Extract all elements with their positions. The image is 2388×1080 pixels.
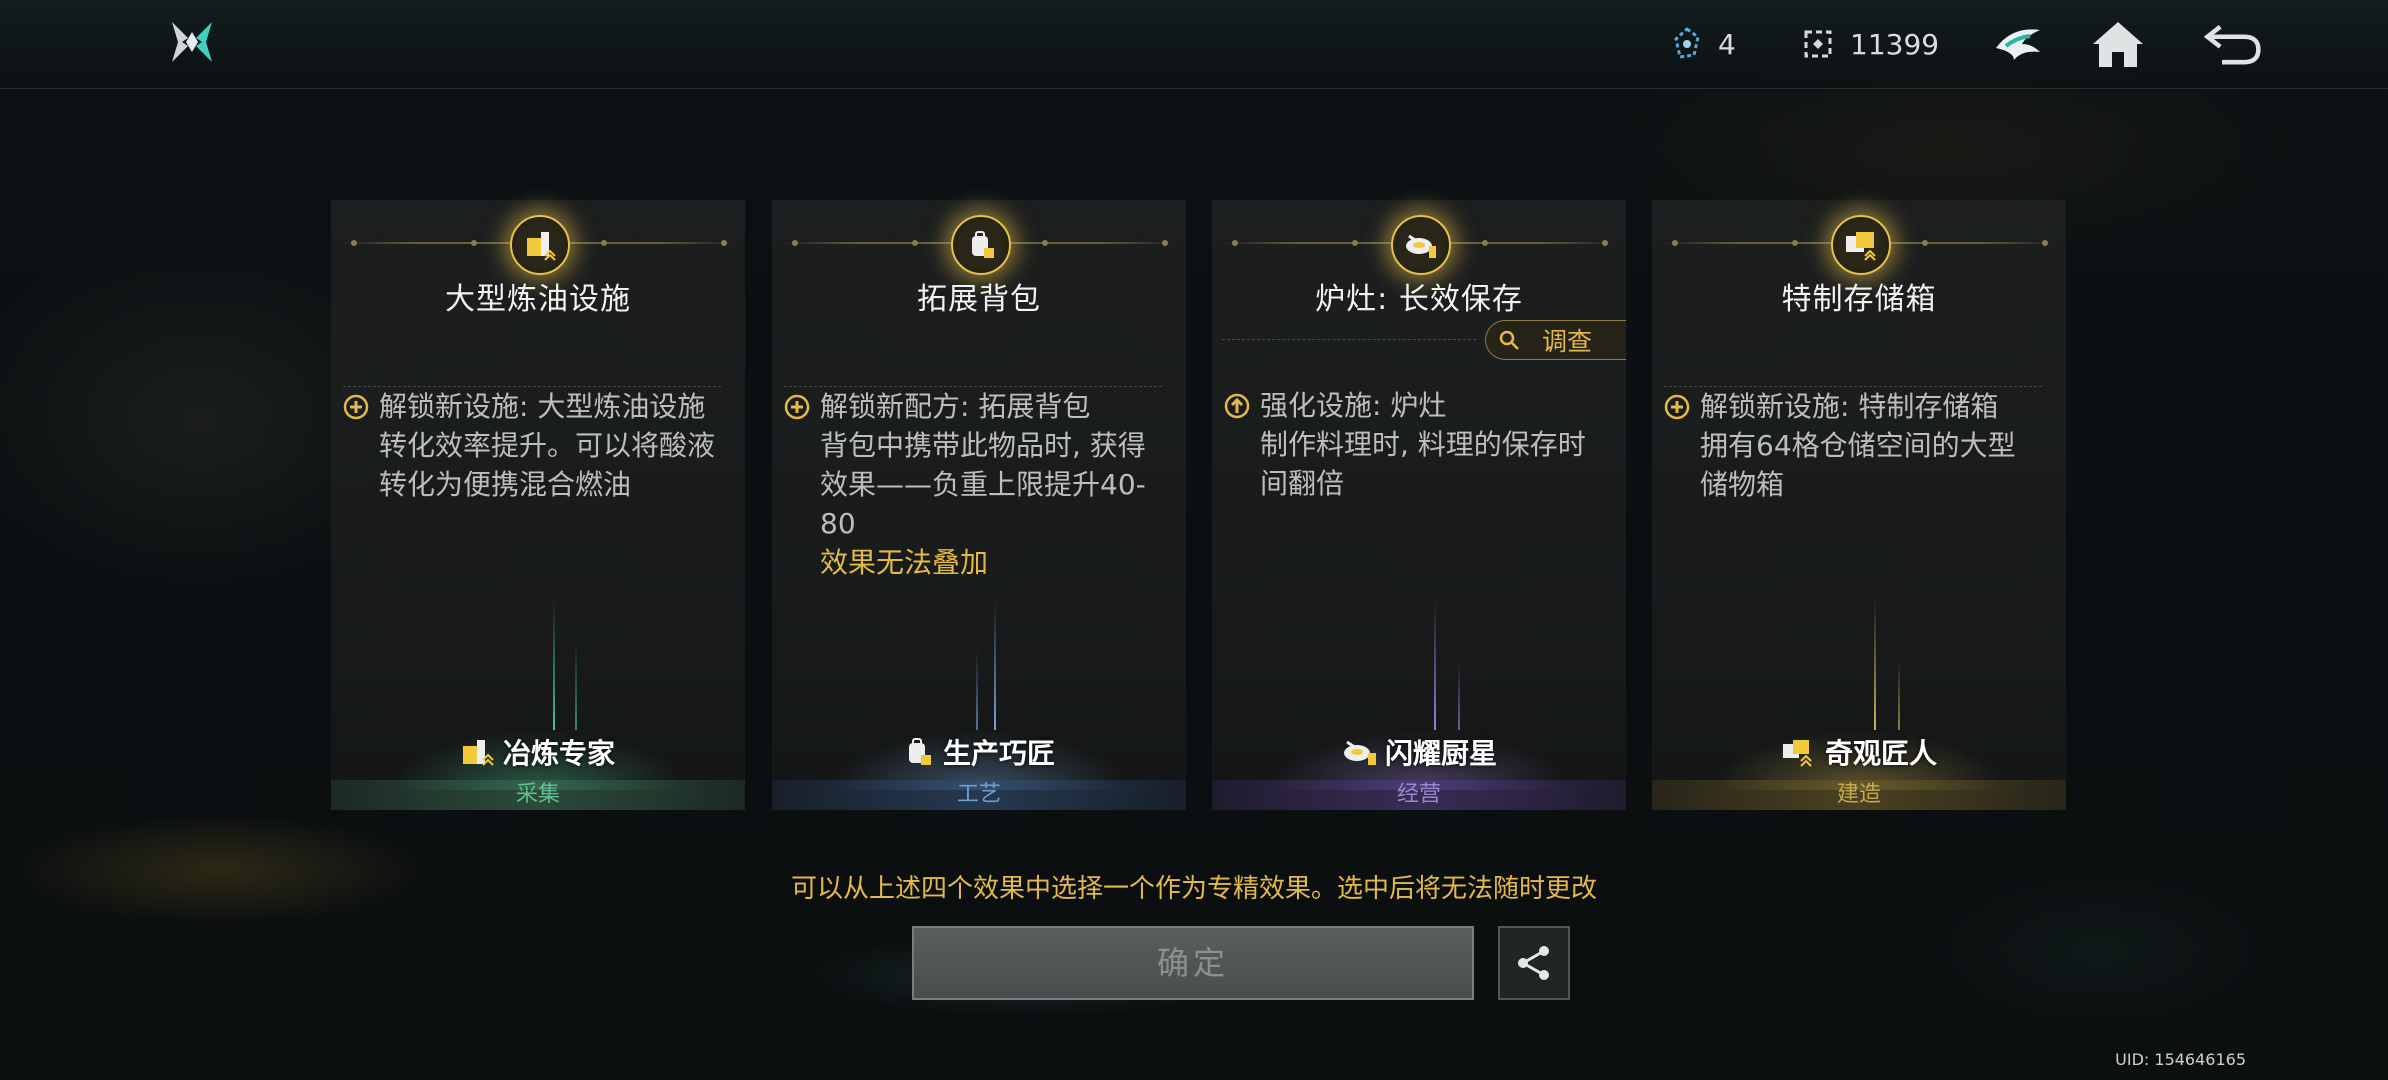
share-button[interactable] — [1498, 926, 1570, 1000]
role-tag: 奇观匠人 — [1652, 732, 2066, 772]
stove-icon — [1391, 215, 1451, 275]
role-name: 奇观匠人 — [1824, 737, 1937, 770]
investigate-button[interactable]: 调查 — [1485, 320, 1626, 360]
storage-box-icon — [1831, 215, 1891, 275]
category-label: 采集 — [331, 780, 745, 810]
divider-dot — [1792, 240, 1798, 246]
upgrade-arrow-icon — [1224, 393, 1250, 419]
effect-line: 间翻倍 — [1260, 467, 1345, 500]
effect-line: 制作料理时, 料理的保存时 — [1260, 428, 1586, 461]
divider-dot — [1162, 240, 1168, 246]
role-tag: 生产巧匠 — [772, 732, 1186, 772]
top-bar: 4 11399 — [0, 0, 2388, 89]
user-id: UID: 154646165 — [2115, 1050, 2246, 1069]
effect-card-2[interactable]: 拓展背包 解锁新配方: 拓展背包 背包中携带此物品时, 获得 效果——负重上限提… — [772, 200, 1186, 810]
divider-dot — [792, 240, 798, 246]
category-label: 经营 — [1212, 780, 1626, 810]
production-craftsman-icon — [908, 738, 931, 765]
divider-dot — [2042, 240, 2048, 246]
share-icon — [1518, 946, 1549, 980]
guild-emblem-icon[interactable] — [1988, 14, 2048, 74]
title-divider — [1222, 339, 1476, 340]
divider-dot — [721, 240, 727, 246]
divider-dot — [1602, 240, 1608, 246]
card-title: 炉灶: 长效保存 — [1315, 282, 1523, 317]
token-icon — [1802, 28, 1834, 60]
divider-dot — [1232, 240, 1238, 246]
effect-line: 转化为便携混合燃油 — [379, 468, 632, 501]
resource-2-value: 11399 — [1850, 27, 1940, 61]
light-beam — [1898, 660, 1900, 730]
backpack-icon — [951, 215, 1011, 275]
effect-card-4[interactable]: 特制存储箱 解锁新设施: 特制存储箱 拥有64格仓储空间的大型 储物箱 奇观匠人… — [1652, 200, 2066, 810]
category-label: 工艺 — [772, 780, 1186, 810]
crystal-icon — [1672, 27, 1702, 61]
resource-counter-2: 11399 — [1802, 20, 1939, 68]
light-beam — [1874, 600, 1876, 730]
effect-line: 储物箱 — [1700, 468, 1785, 501]
light-beam — [553, 600, 555, 730]
unlock-plus-icon — [1664, 394, 1690, 420]
unlock-plus-icon — [343, 394, 369, 420]
effect-line: 拥有64格仓储空间的大型 — [1700, 429, 2016, 462]
light-beam — [1434, 600, 1436, 730]
divider-dot — [601, 240, 607, 246]
effect-line: 转化效率提升。可以将酸液 — [379, 429, 716, 462]
effect-description: 解锁新设施: 大型炼油设施 转化效率提升。可以将酸液 转化为便携混合燃油 — [343, 386, 721, 504]
effect-card-1[interactable]: 大型炼油设施 解锁新设施: 大型炼油设施 转化效率提升。可以将酸液 转化为便携混… — [331, 200, 745, 810]
divider-dot — [912, 240, 918, 246]
smelting-expert-icon — [462, 740, 494, 766]
effect-line: 解锁新设施: 特制存储箱 — [1700, 390, 1999, 423]
resource-1-value: 4 — [1718, 27, 1736, 61]
selection-hint: 可以从上述四个效果中选择一个作为专精效果。选中后将无法随时更改 — [790, 874, 1597, 904]
back-arrow-icon — [2203, 24, 2261, 65]
role-name: 闪耀厨星 — [1384, 737, 1497, 770]
investigate-label: 调查 — [1542, 327, 1593, 356]
divider-dot — [1672, 240, 1678, 246]
resource-counter-1: 4 — [1672, 20, 1736, 68]
effect-line: 解锁新配方: 拓展背包 — [820, 390, 1091, 423]
effect-line: 背包中携带此物品时, 获得 — [820, 429, 1146, 462]
divider-dot — [1922, 240, 1928, 246]
role-tag: 闪耀厨星 — [1212, 732, 1626, 772]
divider-dot — [1482, 240, 1488, 246]
home-button[interactable] — [2088, 14, 2148, 74]
role-name: 生产巧匠 — [942, 737, 1055, 770]
divider-dot — [471, 240, 477, 246]
effect-line: 80 — [820, 507, 856, 540]
card-title: 特制存储箱 — [1781, 282, 1937, 317]
home-icon — [2093, 22, 2143, 67]
divider-dot — [1352, 240, 1358, 246]
divider-dot — [1042, 240, 1048, 246]
role-tag: 冶炼专家 — [331, 732, 745, 772]
effect-description: 解锁新设施: 特制存储箱 拥有64格仓储空间的大型 储物箱 — [1664, 386, 2042, 504]
game-logo-icon[interactable] — [168, 18, 216, 66]
wonder-artisan-icon — [1782, 740, 1812, 767]
effect-description: 解锁新配方: 拓展背包 背包中携带此物品时, 获得 效果——负重上限提升40- … — [784, 386, 1162, 582]
category-label: 建造 — [1652, 780, 2066, 810]
light-beam — [976, 650, 978, 730]
shining-chef-icon — [1343, 740, 1376, 765]
search-icon — [1499, 330, 1519, 350]
effect-line: 强化设施: 炉灶 — [1260, 389, 1447, 422]
back-button[interactable] — [2202, 14, 2262, 74]
effect-line: 解锁新设施: 大型炼油设施 — [379, 390, 706, 423]
effect-description: 强化设施: 炉灶 制作料理时, 料理的保存时 间翻倍 — [1224, 386, 1602, 503]
light-beam — [994, 600, 996, 730]
refinery-icon — [510, 215, 570, 275]
light-beam — [1458, 660, 1460, 730]
card-title: 大型炼油设施 — [445, 282, 631, 317]
effect-line: 效果——负重上限提升40- — [820, 468, 1146, 501]
card-title: 拓展背包 — [917, 282, 1041, 317]
effect-card-3[interactable]: 炉灶: 长效保存 调查 强化设施: 炉灶 制作料理时, 料理的保存时 间翻倍 闪… — [1212, 200, 1626, 810]
unlock-plus-icon — [784, 394, 810, 420]
divider-dot — [351, 240, 357, 246]
light-beam — [575, 640, 577, 730]
confirm-button[interactable]: 确定 — [912, 926, 1474, 1000]
no-stack-warning: 效果无法叠加 — [820, 546, 989, 579]
role-name: 冶炼专家 — [502, 737, 615, 770]
